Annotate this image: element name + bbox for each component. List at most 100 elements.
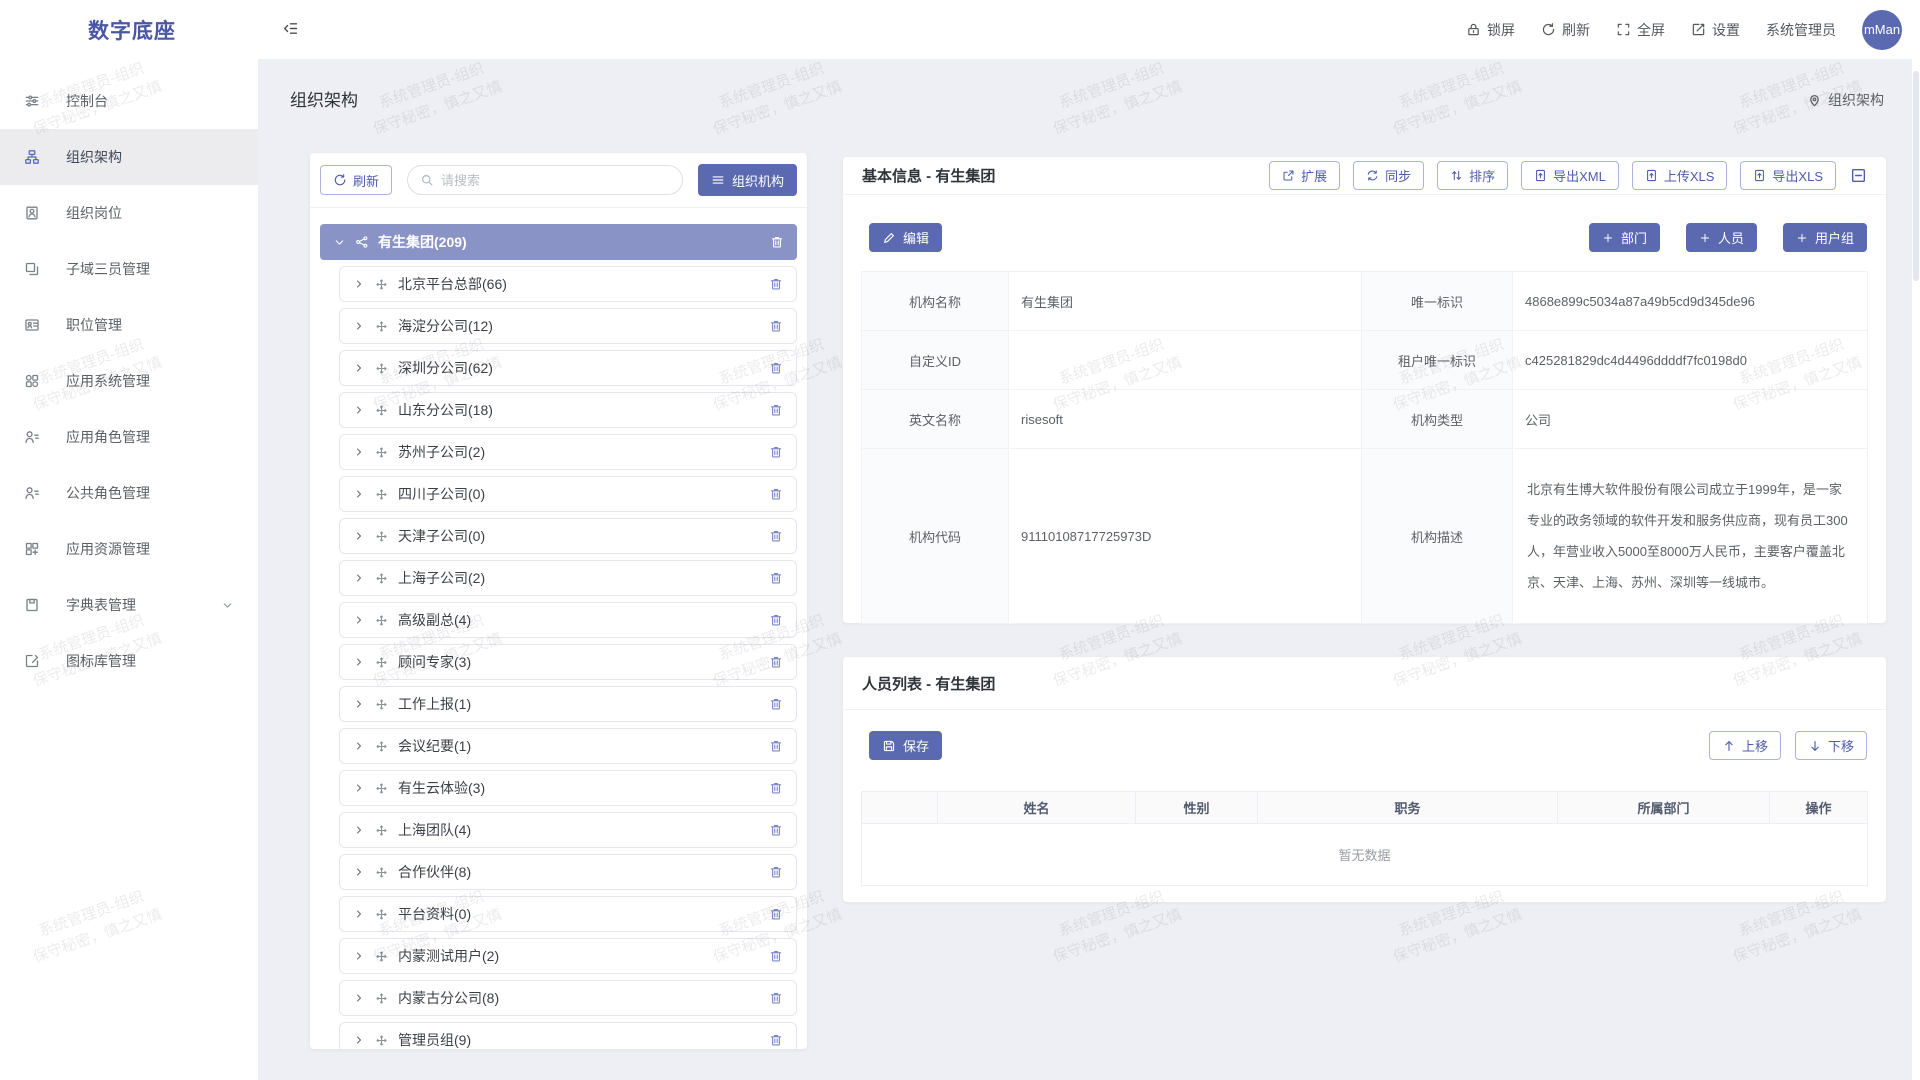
sidebar-item-console[interactable]: 控制台 [0,73,258,129]
sidebar-item-public-role[interactable]: 公共角色管理 [0,465,258,521]
avatar[interactable]: mMan [1862,10,1902,50]
button-上传XLS[interactable]: 上传XLS [1632,161,1728,190]
button-sync[interactable]: 同步 [1353,161,1424,190]
delete-button[interactable] [769,529,783,543]
save-button[interactable]: 保存 [869,731,942,760]
button-导出XLS[interactable]: 导出XLS [1740,161,1836,190]
delete-button[interactable] [769,697,783,711]
add-部门-button[interactable]: 部门 [1589,223,1660,252]
drag-handle[interactable] [375,362,388,375]
sidebar-item-app-role[interactable]: 应用角色管理 [0,409,258,465]
delete-button[interactable] [769,613,783,627]
tree-item[interactable]: 上海团队(4) [339,812,797,848]
tree-item[interactable]: 平台资料(0) [339,896,797,932]
delete-button[interactable] [769,361,783,375]
tree-item[interactable]: 内蒙测试用户(2) [339,938,797,974]
tree-item[interactable]: 上海子公司(2) [339,560,797,596]
delete-button[interactable] [769,445,783,459]
drag-handle[interactable] [375,404,388,417]
header-action-settings[interactable]: 设置 [1691,20,1740,40]
location-pin-icon [1807,93,1822,108]
tree-item[interactable]: 合作伙伴(8) [339,854,797,890]
sidebar-item-app-system[interactable]: 应用系统管理 [0,353,258,409]
tree-item[interactable]: 山东分公司(18) [339,392,797,428]
tree-item[interactable]: 有生云体验(3) [339,770,797,806]
sidebar-item-org-position[interactable]: 组织岗位 [0,185,258,241]
tree-item[interactable]: 高级副总(4) [339,602,797,638]
menu-fold-icon[interactable] [282,20,299,42]
tree-item[interactable]: 深圳分公司(62) [339,350,797,386]
delete-button[interactable] [769,403,783,417]
drag-handle[interactable] [375,908,388,921]
tree-item[interactable]: 内蒙古分公司(8) [339,980,797,1016]
drag-handle[interactable] [375,740,388,753]
delete-button[interactable] [769,655,783,669]
add-用户组-button[interactable]: 用户组 [1783,223,1867,252]
pencil-icon [882,231,896,245]
button-external[interactable]: 扩展 [1269,161,1340,190]
tree-item[interactable]: 会议纪要(1) [339,728,797,764]
sidebar-item-icon-lib[interactable]: 图标库管理 [0,633,258,689]
drag-handle[interactable] [375,656,388,669]
drag-handle[interactable] [375,530,388,543]
delete-button[interactable] [769,991,783,1005]
sidebar-item-position[interactable]: 职位管理 [0,297,258,353]
delete-button[interactable] [769,865,783,879]
edit-button[interactable]: 编辑 [869,223,942,252]
drag-handle[interactable] [375,698,388,711]
tree-item[interactable]: 四川子公司(0) [339,476,797,512]
tree-item[interactable]: 天津子公司(0) [339,518,797,554]
header-action-lock[interactable]: 锁屏 [1466,20,1515,40]
button-sort[interactable]: 排序 [1437,161,1508,190]
delete-button[interactable] [769,277,783,291]
delete-button[interactable] [770,235,784,249]
icon-lib-icon [24,653,40,669]
drag-handle[interactable] [375,614,388,627]
minus-square-icon[interactable] [1850,167,1867,184]
drag-handle[interactable] [375,446,388,459]
delete-button[interactable] [769,949,783,963]
tree-item[interactable]: 北京平台总部(66) [339,266,797,302]
delete-button[interactable] [769,1033,783,1047]
delete-button[interactable] [769,319,783,333]
tree-item[interactable]: 海淀分公司(12) [339,308,797,344]
drag-handle[interactable] [375,992,388,1005]
tree-item[interactable]: 顾问专家(3) [339,644,797,680]
sidebar-item-app-resource[interactable]: 应用资源管理 [0,521,258,577]
tree-search-input[interactable] [441,173,670,188]
delete-button[interactable] [769,571,783,585]
drag-handle[interactable] [375,572,388,585]
delete-button[interactable] [769,739,783,753]
drag-handle[interactable] [375,824,388,837]
add-人员-button[interactable]: 人员 [1686,223,1757,252]
header-action-refresh[interactable]: 刷新 [1541,20,1590,40]
move-down-button[interactable]: 下移 [1795,731,1867,760]
button-导出XML[interactable]: 导出XML [1521,161,1619,190]
tree-item[interactable]: 苏州子公司(2) [339,434,797,470]
page-scrollbar[interactable] [1912,59,1920,1080]
org-structure-button[interactable]: 组织机构 [698,164,797,196]
sidebar-item-dict[interactable]: 字典表管理 [0,577,258,633]
drag-handle[interactable] [375,866,388,879]
delete-button[interactable] [769,781,783,795]
drag-icon [375,572,388,585]
drag-handle[interactable] [375,278,388,291]
delete-button[interactable] [769,823,783,837]
header-action-fullscreen[interactable]: 全屏 [1616,20,1665,40]
info-value: 有生集团 [1009,272,1362,331]
drag-handle[interactable] [375,1034,388,1047]
sidebar-item-subdomain[interactable]: 子域三员管理 [0,241,258,297]
move-up-button[interactable]: 上移 [1709,731,1781,760]
delete-button[interactable] [769,487,783,501]
drag-handle[interactable] [375,488,388,501]
tree-item[interactable]: 工作上报(1) [339,686,797,722]
current-user-label[interactable]: 系统管理员 [1766,20,1836,40]
drag-handle[interactable] [375,320,388,333]
drag-handle[interactable] [375,782,388,795]
tree-item[interactable]: 管理员组(9) [339,1022,797,1049]
sidebar-item-org-structure[interactable]: 组织架构 [0,129,258,185]
delete-button[interactable] [769,907,783,921]
tree-refresh-button[interactable]: 刷新 [320,165,392,195]
drag-handle[interactable] [375,950,388,963]
tree-root-node[interactable]: 有生集团(209) [320,224,797,260]
